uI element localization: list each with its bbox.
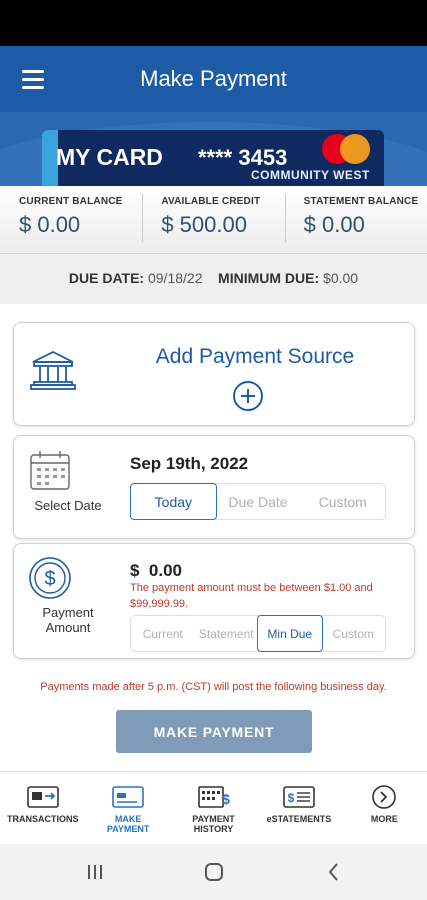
min-due-value: $0.00 bbox=[323, 270, 359, 286]
add-payment-source-button[interactable]: Add Payment Source bbox=[13, 322, 415, 426]
amount-option-min-due[interactable]: Min Due bbox=[257, 615, 323, 652]
recent-apps-icon[interactable] bbox=[83, 860, 107, 884]
nav-more[interactable]: MORE bbox=[342, 772, 427, 844]
amount-option-current[interactable]: Current bbox=[131, 616, 195, 651]
amount-input[interactable] bbox=[148, 561, 229, 581]
plus-circle-icon[interactable] bbox=[233, 381, 263, 411]
payment-form: Add Payment Source Select Date Sep 19th,… bbox=[0, 304, 427, 771]
cutoff-notice: Payments made after 5 p.m. (CST) will po… bbox=[40, 681, 387, 693]
min-due-label: MINIMUM DUE: bbox=[218, 270, 320, 286]
due-date-value: 09/18/22 bbox=[147, 270, 203, 286]
date-option-today[interactable]: Today bbox=[130, 483, 217, 520]
statement-balance: STATEMENT BALANCE $ 0.00 bbox=[284, 186, 427, 253]
nav-transactions[interactable]: TRANSACTIONS bbox=[0, 772, 85, 844]
card-bank-name: COMMUNITY WEST bbox=[251, 168, 370, 182]
back-icon[interactable] bbox=[322, 860, 346, 884]
selected-date: Sep 19th, 2022 bbox=[130, 454, 249, 473]
nav-payment-history[interactable]: $ PAYMENT HISTORY bbox=[171, 772, 256, 844]
nav-make-payment[interactable]: MAKE PAYMENT bbox=[85, 772, 170, 844]
amount-options: Current Statement Min Due Custom bbox=[130, 615, 386, 652]
svg-text:$: $ bbox=[44, 568, 55, 590]
app-bar: Make Payment bbox=[0, 46, 427, 112]
calendar-icon bbox=[30, 451, 70, 490]
amount-option-custom[interactable]: Custom bbox=[322, 616, 386, 651]
select-date-panel: Select Date Sep 19th, 2022 Today Due Dat… bbox=[13, 435, 415, 539]
card-image[interactable]: MY CARD **** 3453 COMMUNITY WEST bbox=[42, 130, 384, 186]
card-icon bbox=[112, 786, 144, 808]
amount-validation-message: The payment amount must be between $1.00… bbox=[130, 582, 373, 610]
svg-text:$: $ bbox=[288, 791, 295, 805]
select-date-label: Select Date bbox=[34, 498, 102, 513]
statement-icon: $ bbox=[283, 786, 315, 808]
amount-option-statement[interactable]: Statement bbox=[195, 616, 259, 651]
home-icon[interactable] bbox=[202, 860, 226, 884]
date-option-custom[interactable]: Custom bbox=[300, 484, 385, 519]
due-info: DUE DATE: 09/18/22 MINIMUM DUE: $0.00 bbox=[0, 254, 427, 304]
nav-estatements[interactable]: $ eSTATEMENTS bbox=[256, 772, 341, 844]
card-name: MY CARD bbox=[56, 144, 163, 170]
status-bar bbox=[0, 0, 427, 46]
chevron-right-circle-icon bbox=[372, 785, 397, 809]
payment-amount-label: Payment Amount bbox=[42, 605, 94, 635]
payment-amount-panel: $ Payment Amount $ The payment amount mu… bbox=[13, 543, 415, 659]
system-navigation-bar bbox=[0, 844, 427, 900]
dollar-circle-icon: $ bbox=[29, 557, 71, 599]
calculator-dollar-icon: $ bbox=[197, 786, 230, 808]
current-balance: CURRENT BALANCE $ 0.00 bbox=[19, 196, 123, 237]
add-payment-source-label: Add Payment Source bbox=[155, 345, 355, 368]
balances-summary: CURRENT BALANCE $ 0.00 AVAILABLE CREDIT … bbox=[0, 186, 427, 254]
bottom-nav: TRANSACTIONS MAKE PAYMENT $ PAYMENT HISTOR… bbox=[0, 771, 427, 844]
due-date-label: DUE DATE: bbox=[68, 270, 145, 286]
card-transfer-icon bbox=[26, 786, 59, 808]
card-banner: MY CARD **** 3453 COMMUNITY WEST bbox=[0, 112, 427, 186]
currency-symbol: $ bbox=[130, 561, 140, 580]
date-options: Today Due Date Custom bbox=[130, 483, 386, 520]
available-credit: AVAILABLE CREDIT $ 500.00 bbox=[142, 186, 284, 253]
date-option-due-date[interactable]: Due Date bbox=[216, 484, 301, 519]
make-payment-button[interactable]: MAKE PAYMENT bbox=[116, 710, 312, 753]
amount-field: $ bbox=[130, 561, 229, 581]
page-title: Make Payment bbox=[140, 66, 287, 91]
svg-text:$: $ bbox=[222, 791, 230, 807]
mastercard-logo-icon bbox=[322, 134, 372, 166]
